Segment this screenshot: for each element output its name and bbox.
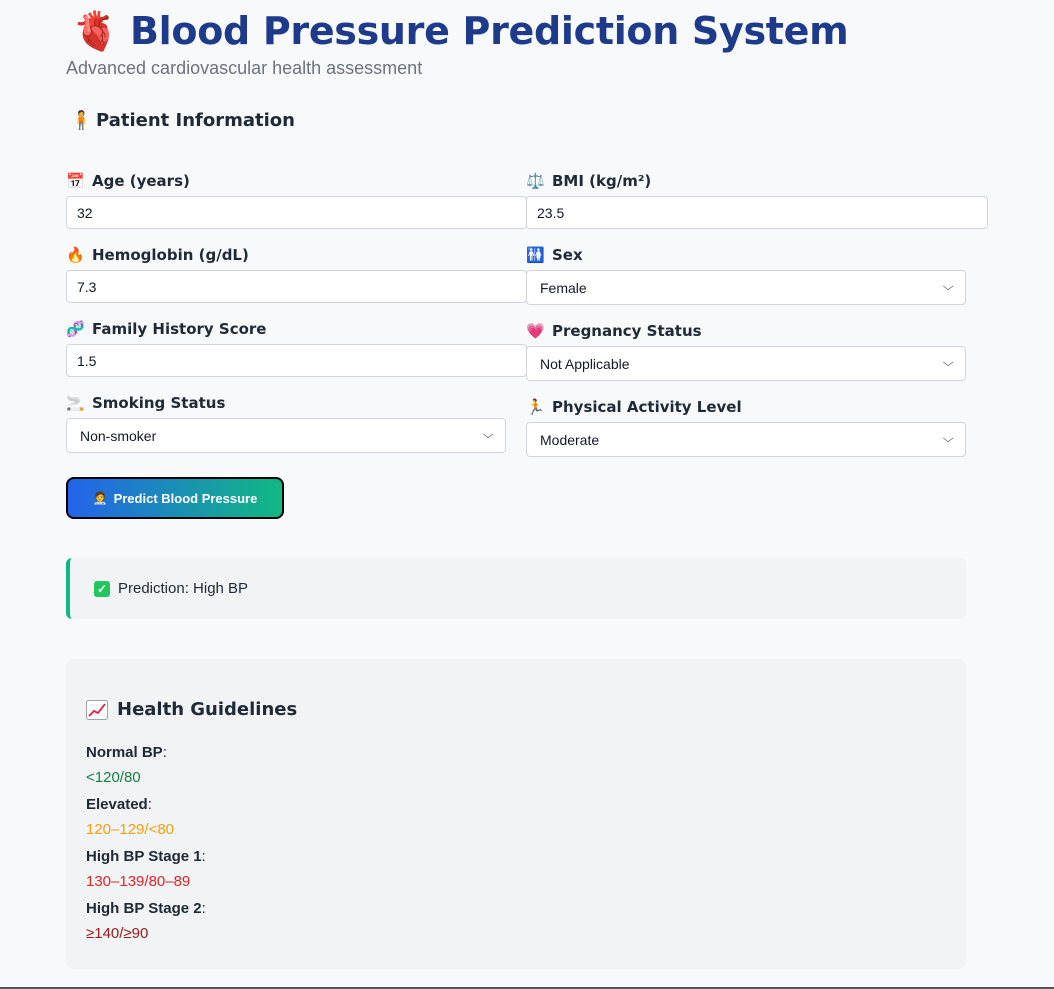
- guideline-item: High BP Stage 1: 130–139/80–89: [86, 848, 206, 890]
- family-history-label: 🧬 Family History Score: [66, 320, 266, 338]
- activity-select[interactable]: Moderate ⌵: [526, 422, 966, 457]
- patient-info-title: Patient Information: [96, 110, 295, 131]
- bmi-label-text: BMI (kg/m²): [552, 172, 652, 190]
- chevron-down-icon: ⌵: [942, 433, 954, 445]
- hemoglobin-label: 🔥 Hemoglobin (g/dL): [66, 246, 249, 264]
- check-mark-icon: ✓: [94, 580, 110, 597]
- chart-increasing-icon: [86, 699, 108, 720]
- page-subtitle: Advanced cardiovascular health assessmen…: [66, 58, 423, 78]
- age-label-text: Age (years): [92, 172, 190, 190]
- chevron-down-icon: ⌵: [942, 357, 954, 369]
- chevron-down-icon: ⌵: [482, 429, 494, 441]
- prediction-result-text: Prediction: High BP: [118, 580, 249, 597]
- smoking-label-text: Smoking Status: [92, 394, 226, 412]
- sex-select[interactable]: Female ⌵: [526, 270, 966, 305]
- health-guidelines-header: Health Guidelines: [86, 699, 297, 720]
- health-guidelines-panel: Health Guidelines Normal BP: <120/80 Ele…: [66, 659, 966, 969]
- pregnancy-select-value: Not Applicable: [540, 355, 630, 372]
- smoking-label: 🚬 Smoking Status: [66, 394, 225, 412]
- page: 🫀 Blood Pressure Prediction System Advan…: [66, 0, 988, 989]
- activity-select-value: Moderate: [540, 431, 600, 448]
- prediction-result: ✓ Prediction: High BP: [66, 558, 966, 619]
- title-row: 🫀 Blood Pressure Prediction System: [72, 6, 849, 56]
- guideline-item: Normal BP: <120/80: [86, 744, 167, 786]
- age-label: 📅 Age (years): [66, 172, 190, 190]
- guideline-value: 130–139/80–89: [86, 873, 191, 890]
- guideline-value: <120/80: [86, 769, 141, 786]
- predict-blood-pressure-button[interactable]: 🧑‍⚕️ Predict Blood Pressure: [66, 477, 284, 519]
- pregnancy-label-text: Pregnancy Status: [552, 322, 702, 340]
- bmi-input[interactable]: [526, 196, 988, 229]
- restroom-icon: 🚻: [526, 246, 545, 264]
- balance-scale-icon: ⚖️: [526, 172, 545, 190]
- anatomical-heart-icon: 🫀: [72, 9, 120, 53]
- guideline-label: High BP Stage 1:: [86, 848, 206, 865]
- pregnancy-label: 💗 Pregnancy Status: [526, 322, 702, 340]
- predict-button-label: Predict Blood Pressure: [113, 490, 258, 506]
- guideline-value: 120–129/<80: [86, 821, 175, 838]
- guideline-label: Normal BP:: [86, 744, 167, 761]
- bmi-label: ⚖️ BMI (kg/m²): [526, 172, 651, 190]
- person-standing-icon: 🧍: [70, 110, 93, 131]
- heart-icon: 💗: [526, 322, 545, 340]
- sex-label: 🚻 Sex: [526, 246, 583, 264]
- smoking-select[interactable]: Non-smoker ⌵: [66, 418, 506, 453]
- guideline-label: Elevated:: [86, 796, 152, 813]
- cigarette-icon: 🚬: [66, 394, 85, 412]
- sex-label-text: Sex: [552, 246, 583, 264]
- family-history-input[interactable]: [66, 344, 527, 377]
- guideline-value: ≥140/≥90: [86, 925, 149, 942]
- hemoglobin-label-text: Hemoglobin (g/dL): [92, 246, 249, 264]
- guideline-item: Elevated: 120–129/<80: [86, 796, 174, 838]
- fire-icon: 🔥: [66, 246, 85, 264]
- hemoglobin-input[interactable]: [66, 270, 527, 303]
- sex-select-value: Female: [540, 279, 587, 296]
- chevron-down-icon: ⌵: [942, 281, 954, 293]
- activity-label: 🏃 Physical Activity Level: [526, 398, 742, 416]
- family-history-label-text: Family History Score: [92, 320, 267, 338]
- page-title: Blood Pressure Prediction System: [130, 9, 849, 53]
- calendar-icon: 📅: [66, 172, 85, 190]
- smoking-select-value: Non-smoker: [80, 427, 157, 444]
- age-input[interactable]: [66, 196, 527, 229]
- activity-label-text: Physical Activity Level: [552, 398, 742, 416]
- dna-icon: 🧬: [66, 320, 85, 338]
- guideline-label: High BP Stage 2:: [86, 900, 206, 917]
- patient-info-header: 🧍 Patient Information: [70, 110, 295, 131]
- health-guidelines-title: Health Guidelines: [117, 699, 298, 720]
- running-person-icon: 🏃: [526, 398, 545, 416]
- guideline-item: High BP Stage 2: ≥140/≥90: [86, 900, 206, 942]
- doctor-icon: 🧑‍⚕️: [92, 491, 108, 505]
- pregnancy-select[interactable]: Not Applicable ⌵: [526, 346, 966, 381]
